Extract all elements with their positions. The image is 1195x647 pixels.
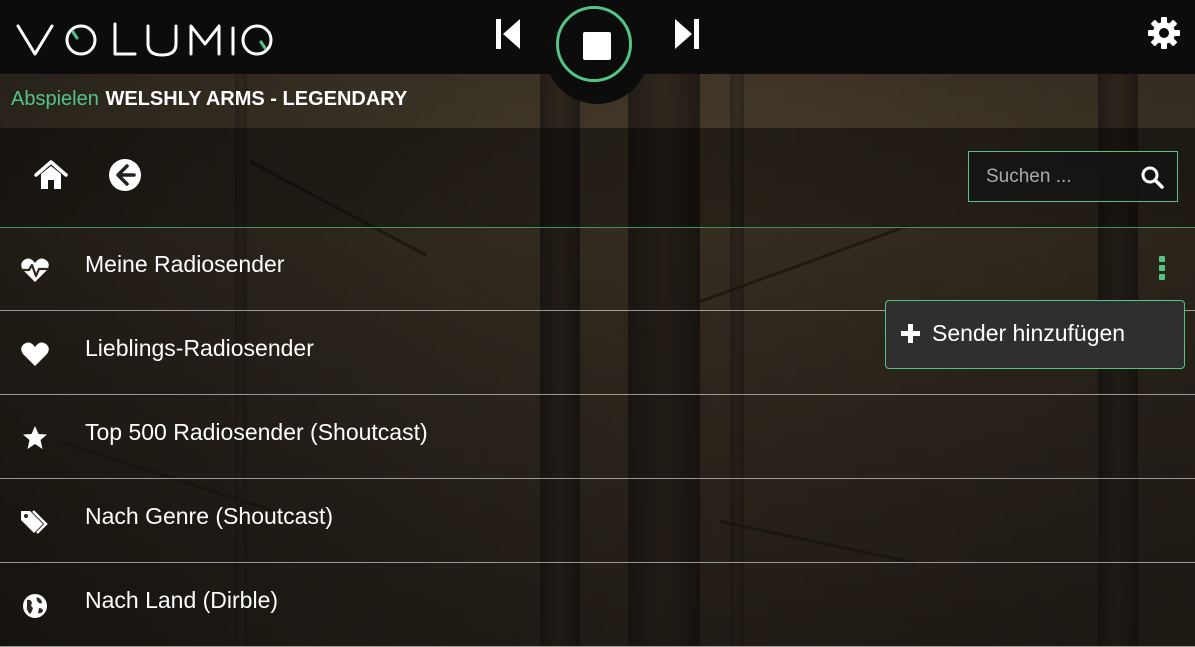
stop-icon	[583, 32, 611, 60]
stop-button[interactable]	[556, 6, 632, 82]
previous-track-button[interactable]	[494, 16, 522, 52]
plus-icon	[901, 324, 920, 343]
star-icon	[20, 423, 50, 453]
now-playing-title: WELSHLY ARMS - LEGENDARY	[105, 88, 407, 110]
globe-icon	[20, 591, 50, 621]
list-item-label: Lieblings-Radiosender	[85, 335, 314, 362]
list-item-meine-radiosender[interactable]: Meine Radiosender	[0, 227, 1195, 311]
volumio-logo[interactable]	[15, 18, 275, 62]
next-track-button[interactable]	[673, 16, 701, 52]
list-item-label: Top 500 Radiosender (Shoutcast)	[85, 419, 428, 446]
search-icon[interactable]	[1140, 165, 1164, 189]
tags-icon	[20, 507, 50, 537]
search-box	[968, 151, 1178, 202]
list-item-nach-land[interactable]: Nach Land (Dirble)	[0, 563, 1195, 647]
add-station-label: Sender hinzufügen	[932, 320, 1125, 347]
search-input[interactable]	[969, 152, 1129, 201]
list-item-top-500[interactable]: Top 500 Radiosender (Shoutcast)	[0, 395, 1195, 479]
options-dropdown: Sender hinzufügen	[885, 300, 1185, 369]
browse-toolbar	[0, 128, 1195, 228]
list-item-label: Nach Land (Dirble)	[85, 587, 278, 614]
settings-gear-icon[interactable]	[1147, 16, 1181, 50]
list-item-nach-genre[interactable]: Nach Genre (Shoutcast)	[0, 479, 1195, 563]
heart-icon	[20, 339, 50, 369]
home-icon[interactable]	[34, 159, 68, 191]
list-item-label: Nach Genre (Shoutcast)	[85, 503, 333, 530]
back-arrow-icon[interactable]	[108, 158, 142, 192]
add-station-menu-item[interactable]: Sender hinzufügen	[886, 301, 1184, 368]
heartbeat-icon	[20, 255, 50, 285]
list-item-label: Meine Radiosender	[85, 251, 284, 278]
more-options-icon[interactable]	[1154, 256, 1170, 284]
now-playing-label: Abspielen	[11, 88, 99, 110]
radio-category-list: Meine Radiosender Lieblings-Radiosender …	[0, 227, 1195, 647]
now-playing[interactable]: Abspielen WELSHLY ARMS - LEGENDARY	[11, 88, 407, 111]
